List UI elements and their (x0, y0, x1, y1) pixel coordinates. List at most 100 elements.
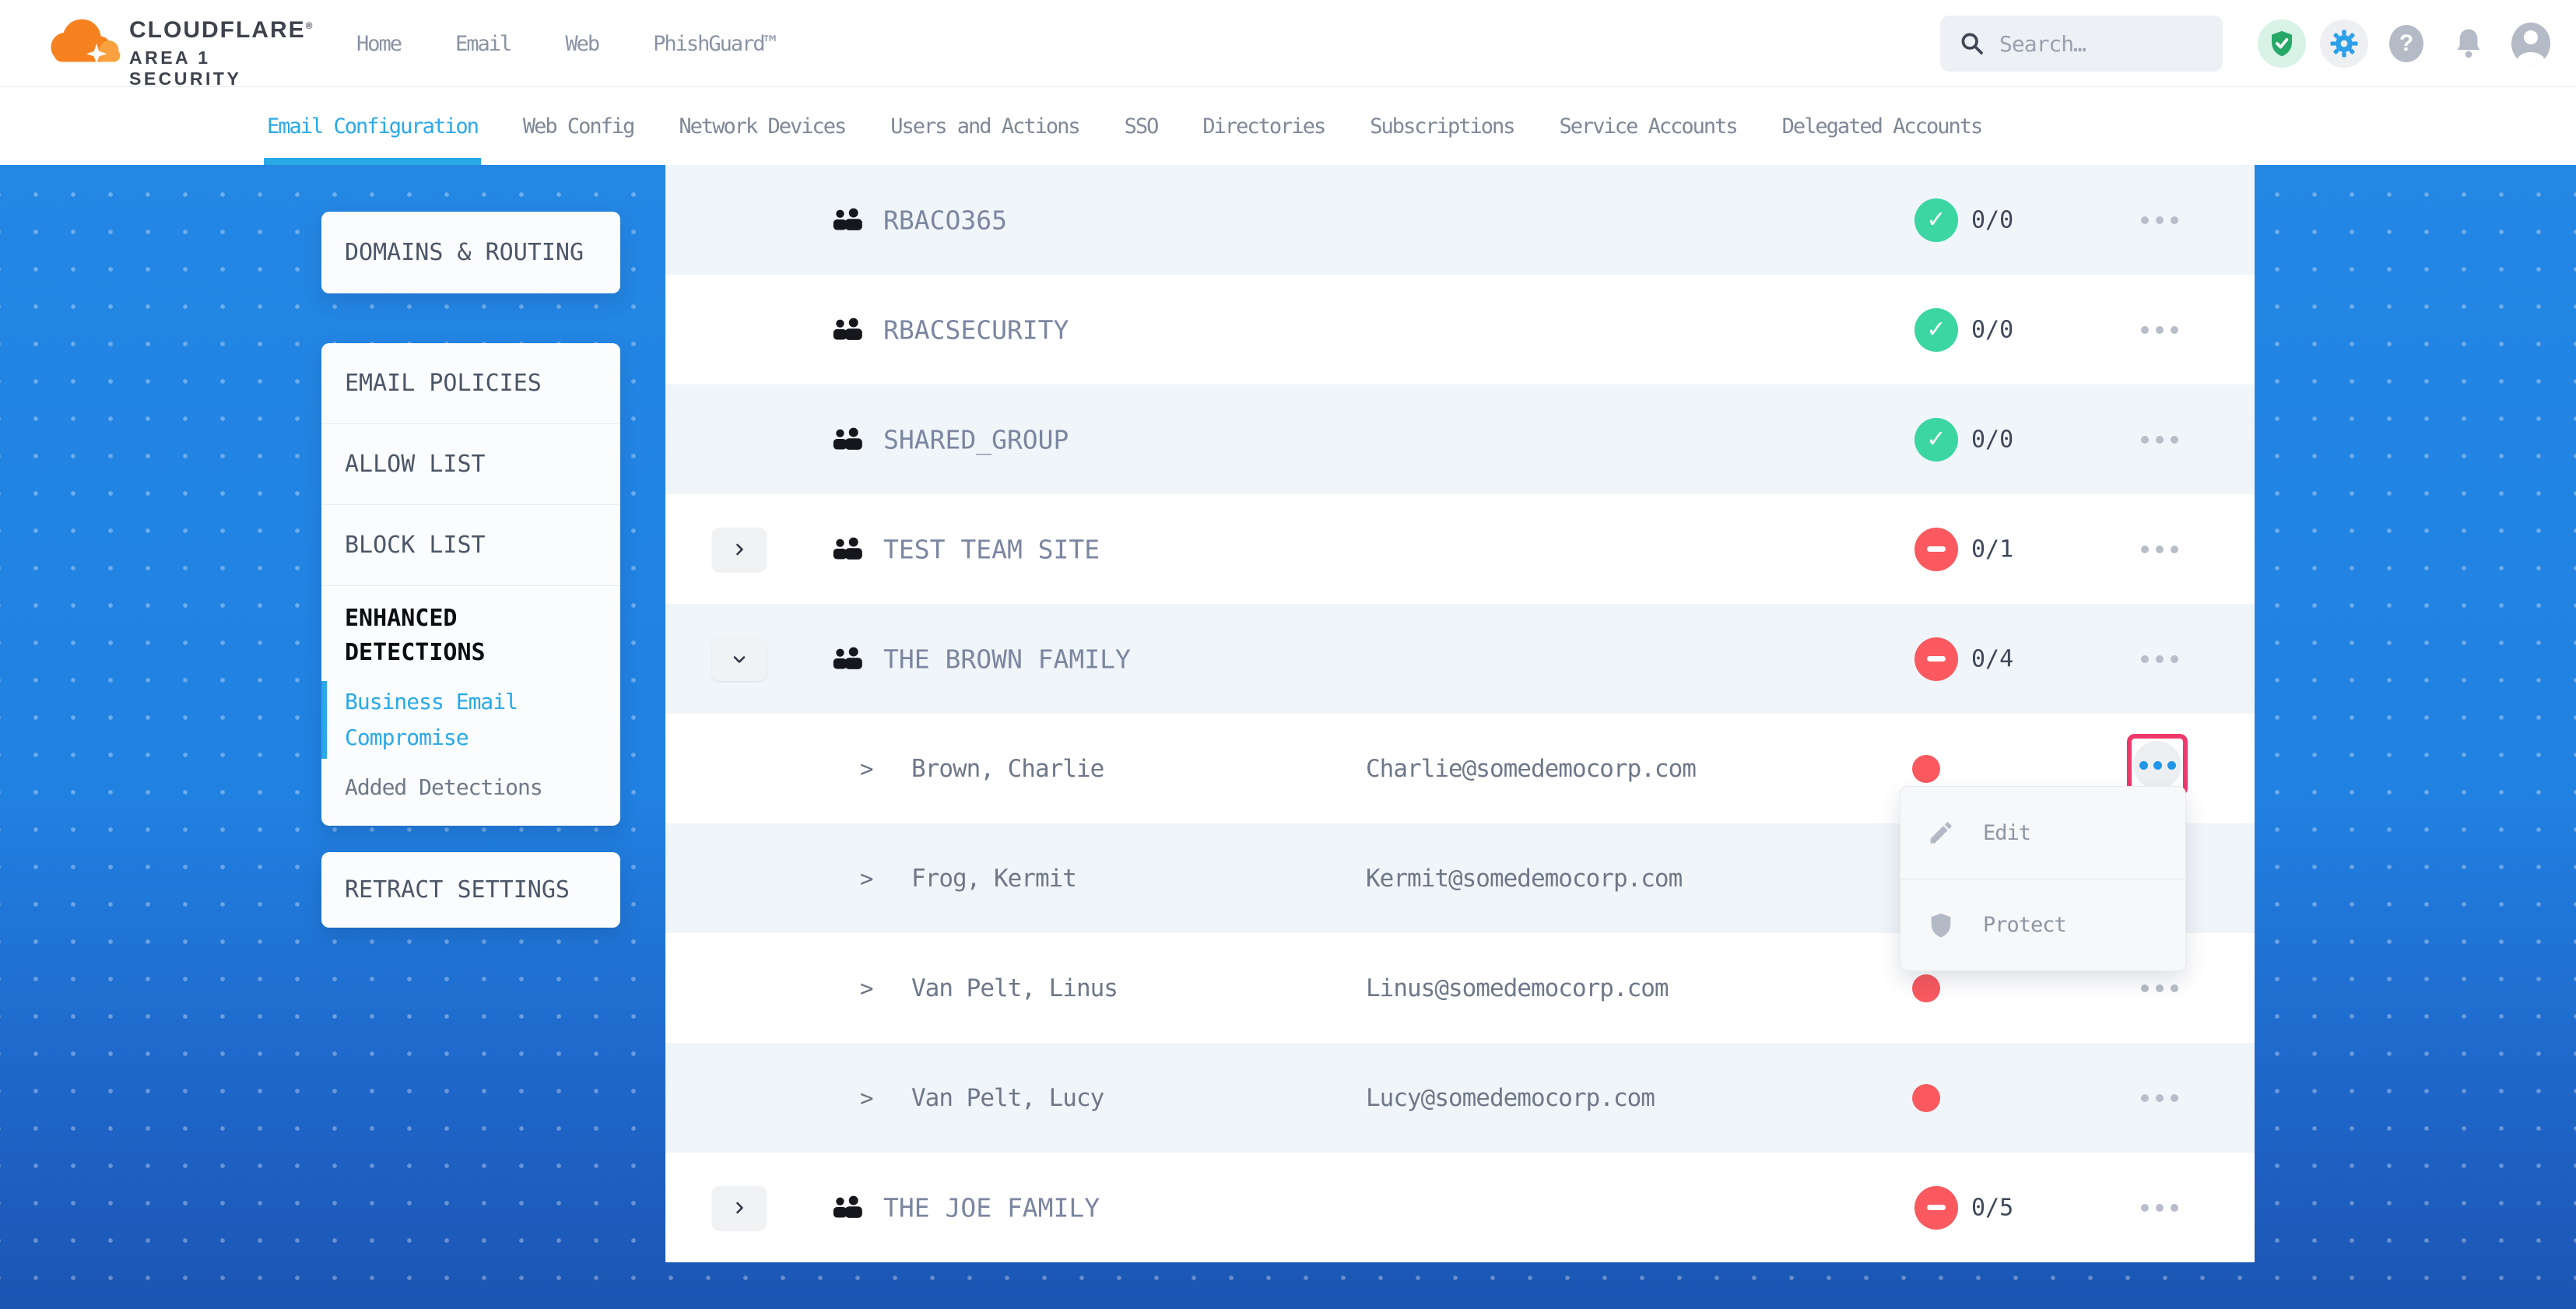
top-nav-home[interactable]: Home (356, 32, 401, 56)
context-menu-edit[interactable]: Edit (1900, 787, 2185, 879)
row-menu-button[interactable] (2135, 973, 2185, 1004)
row-menu-button[interactable] (2135, 314, 2185, 346)
group-icon (830, 426, 866, 453)
top-nav-phishguard[interactable]: PhishGuard™ (653, 32, 775, 56)
expand-row-button[interactable] (712, 528, 767, 571)
sidebar-item-domains-routing[interactable]: DOMAINS & ROUTING (345, 239, 584, 266)
row-menu-button[interactable] (2135, 1083, 2185, 1114)
child-marker: > (860, 756, 873, 782)
protection-count: 0/0 (1971, 206, 2013, 233)
status-blocked-badge (1914, 528, 1958, 571)
row-menu-button[interactable] (2135, 1192, 2185, 1223)
sidebar-item-email-policies[interactable]: EMAIL POLICIES (321, 343, 620, 424)
tab-web-config[interactable]: Web Config (523, 87, 634, 165)
group-icon (830, 536, 866, 563)
shield-icon (1927, 911, 1955, 939)
minus-icon (1927, 546, 1946, 552)
row-menu-button[interactable] (2135, 205, 2185, 236)
bell-icon (2451, 26, 2486, 61)
table-row: THE BROWN FAMILY 0/4 (665, 604, 2255, 714)
registered-mark: ® (306, 20, 314, 31)
gear-icon (2329, 28, 2360, 59)
chevron-right-icon (730, 1198, 749, 1217)
search-input[interactable] (1999, 31, 2186, 57)
sidebar-item-allow-list[interactable]: ALLOW LIST (321, 424, 620, 505)
sidebar-card-domains-routing[interactable]: DOMAINS & ROUTING (321, 212, 620, 293)
cloudflare-cloud-icon (44, 11, 125, 73)
user-name: Frog, Kermit (911, 865, 1076, 893)
group-name: THE JOE FAMILY (883, 1192, 1100, 1223)
search-box[interactable] (1940, 16, 2223, 72)
sidebar-item-added-detections[interactable]: Added Detections (345, 770, 602, 805)
sidebar-item-block-list[interactable]: BLOCK LIST (321, 505, 620, 586)
group-name: RBACSECURITY (883, 314, 1069, 345)
protection-count: 0/4 (1971, 645, 2013, 672)
context-menu-protect[interactable]: Protect (1900, 879, 2185, 970)
tab-sso[interactable]: SSO (1125, 87, 1158, 165)
brand-subtitle: AREA 1 SECURITY (129, 47, 314, 89)
tab-email-configuration[interactable]: Email Configuration (267, 87, 478, 165)
tab-subscriptions[interactable]: Subscriptions (1370, 87, 1514, 165)
tab-directories[interactable]: Directories (1202, 87, 1325, 165)
row-menu-button-active[interactable] (2133, 741, 2181, 789)
notifications-button[interactable] (2437, 26, 2500, 61)
table-row: RBACO365 ✓ 0/0 (665, 165, 2255, 275)
pencil-icon (1927, 819, 1955, 847)
child-marker: > (860, 975, 873, 1002)
sidebar-item-retract-settings[interactable]: RETRACT SETTINGS (345, 876, 570, 904)
row-menu-button[interactable] (2135, 424, 2185, 455)
status-blocked-badge (1914, 637, 1958, 681)
cloudflare-logo: CLOUDFLARE® AREA 1 SECURITY (44, 11, 308, 78)
group-icon (830, 317, 866, 343)
row-context-menu: Edit Protect (1900, 786, 2186, 971)
brand-name: CLOUDFLARE® (129, 17, 314, 44)
check-icon: ✓ (1926, 426, 1946, 453)
sidebar-item-business-email-compromise[interactable]: Business Email Compromise (345, 684, 602, 756)
status-ok-badge: ✓ (1914, 198, 1958, 242)
child-marker: > (860, 1085, 873, 1111)
expand-row-button[interactable] (712, 1186, 767, 1230)
tab-service-accounts[interactable]: Service Accounts (1560, 87, 1737, 165)
protection-count: 0/0 (1971, 316, 2013, 343)
groups-table: RBACO365 ✓ 0/0 RBACSECURITY ✓ 0/0 SHARED… (665, 165, 2255, 1262)
table-row: SHARED_GROUP ✓ 0/0 (665, 384, 2255, 494)
status-shield-button[interactable] (2251, 19, 2313, 68)
user-name: Van Pelt, Lucy (911, 1084, 1104, 1112)
tab-network-devices[interactable]: Network Devices (679, 87, 845, 165)
protection-count: 0/1 (1971, 535, 2013, 563)
minus-icon (1927, 1205, 1946, 1210)
table-row: RBACSECURITY ✓ 0/0 (665, 275, 2255, 384)
table-row: > Van Pelt, Lucy Lucy@somedemocorp.com (665, 1043, 2255, 1153)
config-tabs: Email Configuration Web Config Network D… (0, 87, 2576, 165)
settings-button[interactable] (2313, 19, 2375, 68)
check-icon: ✓ (1926, 316, 1946, 343)
chevron-right-icon (730, 540, 749, 559)
user-email: Linus@somedemocorp.com (1366, 974, 1669, 1002)
tab-delegated-accounts[interactable]: Delegated Accounts (1782, 87, 1982, 165)
top-nav-email[interactable]: Email (455, 32, 511, 56)
table-row: TEST TEAM SITE 0/1 (665, 494, 2255, 604)
top-nav: Home Email Web PhishGuard™ (356, 0, 775, 87)
header-icon-cluster: ? (2251, 0, 2576, 87)
alert-dot (1912, 974, 1940, 1002)
status-ok-badge: ✓ (1914, 308, 1958, 352)
top-nav-web[interactable]: Web (565, 32, 598, 56)
context-menu-edit-label: Edit (1983, 821, 2030, 845)
user-email: Charlie@somedemocorp.com (1366, 755, 1696, 783)
question-icon: ? (2389, 25, 2423, 62)
group-icon (830, 207, 866, 233)
protection-count: 0/0 (1971, 426, 2013, 453)
account-button[interactable] (2500, 23, 2562, 65)
user-email: Kermit@somedemocorp.com (1366, 865, 1682, 893)
sidebar-item-enhanced-detections[interactable]: ENHANCED DETECTIONS (345, 602, 602, 670)
collapse-row-button[interactable] (712, 637, 767, 681)
help-button[interactable]: ? (2375, 25, 2437, 62)
protection-count: 0/5 (1971, 1194, 2013, 1221)
row-menu-button[interactable] (2135, 644, 2185, 675)
row-menu-button[interactable] (2135, 534, 2185, 565)
sidebar-card-retract-settings[interactable]: RETRACT SETTINGS (321, 852, 620, 928)
user-name: Brown, Charlie (911, 755, 1104, 783)
alert-dot (1912, 755, 1940, 783)
user-email: Lucy@somedemocorp.com (1366, 1084, 1655, 1112)
tab-users-and-actions[interactable]: Users and Actions (890, 87, 1079, 165)
